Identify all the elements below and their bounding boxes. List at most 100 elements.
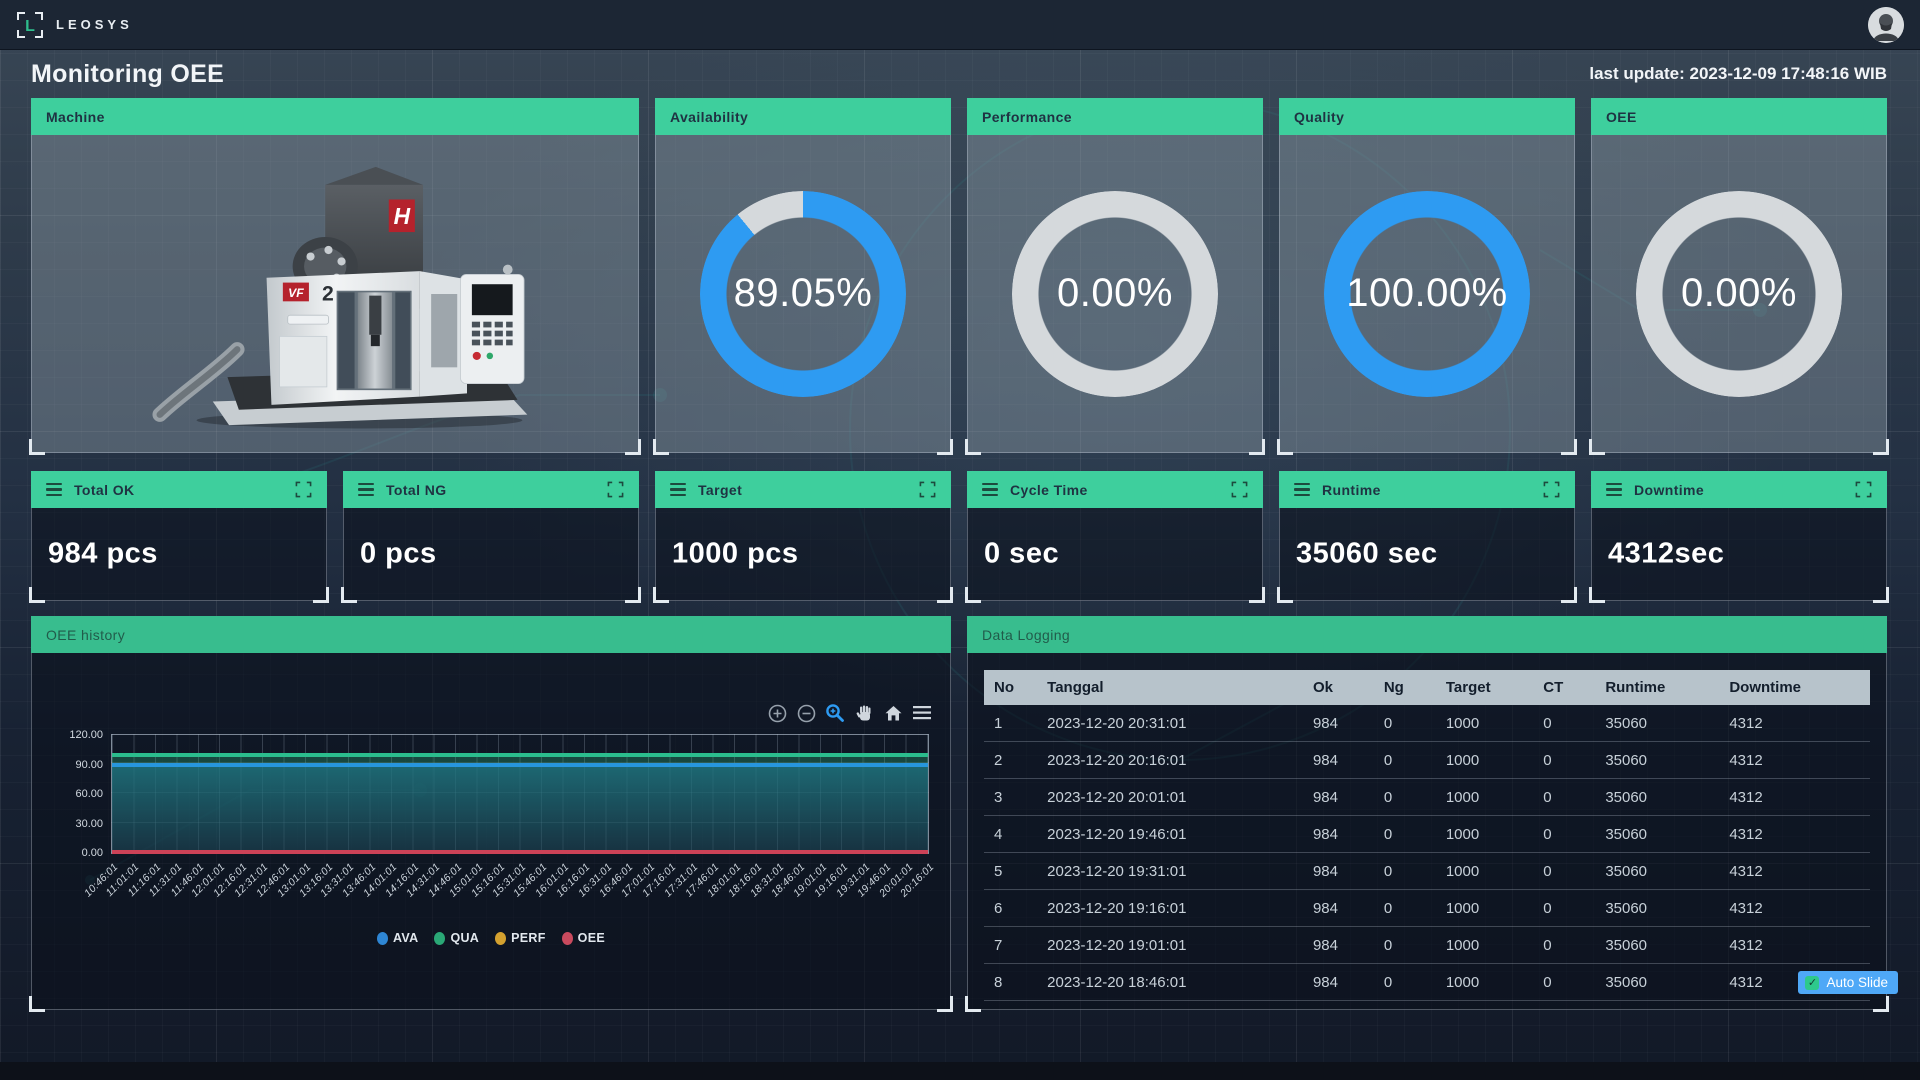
auto-slide-label: Auto Slide — [1826, 975, 1888, 990]
zoom-in-icon[interactable] — [767, 703, 787, 723]
availability-gauge-value: 89.05% — [700, 191, 906, 397]
user-avatar[interactable] — [1868, 7, 1904, 43]
machine-panel-header: Machine — [31, 98, 639, 135]
table-cell: 1 — [984, 705, 1037, 742]
table-row: 32023-12-20 20:01:01984010000350604312 — [984, 779, 1870, 816]
stat-card-body: 4312sec — [1591, 508, 1887, 601]
oee-panel-body: 0.00% — [1591, 135, 1887, 453]
table-cell: 2023-12-20 20:31:01 — [1037, 705, 1303, 742]
zoom-select-icon[interactable] — [825, 703, 845, 723]
expand-icon[interactable] — [1855, 481, 1872, 498]
legend-label: AVA — [393, 931, 418, 945]
drag-handle-icon[interactable] — [1606, 483, 1622, 497]
table-cell: 6 — [984, 890, 1037, 927]
kpi-row: Machine — [31, 98, 1887, 453]
oee-history-plot[interactable]: 120.0090.0060.0030.000.00 10:46:0111:01:… — [111, 734, 929, 854]
performance-panel-body: 0.00% — [967, 135, 1263, 453]
auto-slide-checkbox[interactable]: ✓ — [1805, 976, 1819, 990]
table-cell: 35060 — [1595, 816, 1719, 853]
table-cell: 0 — [1533, 890, 1595, 927]
machine-model-badge: VF — [288, 286, 304, 300]
table-cell: 4312 — [1719, 927, 1870, 964]
oee-title: OEE — [1606, 109, 1637, 125]
stat-card-runtime: Runtime 35060 sec — [1279, 471, 1575, 601]
table-row: 62023-12-20 19:16:01984010000350604312 — [984, 890, 1870, 927]
legend-item-ava[interactable]: AVA — [377, 931, 418, 945]
pan-hand-icon[interactable] — [854, 703, 874, 723]
table-column-header: CT — [1533, 670, 1595, 705]
drag-handle-icon[interactable] — [670, 483, 686, 497]
table-cell: 984 — [1303, 853, 1374, 890]
stat-card-value: 4312sec — [1608, 538, 1724, 571]
table-cell: 0 — [1533, 927, 1595, 964]
brand[interactable]: L LEOSYS — [16, 11, 133, 39]
oee-history-title: OEE history — [46, 627, 125, 643]
stat-card-body: 35060 sec — [1279, 508, 1575, 601]
table-column-header: Ng — [1374, 670, 1436, 705]
drag-handle-icon[interactable] — [1294, 483, 1310, 497]
table-cell: 0 — [1374, 890, 1436, 927]
stat-card-body: 0 pcs — [343, 508, 639, 601]
legend-item-perf[interactable]: PERF — [495, 931, 546, 945]
chart-menu-icon[interactable] — [912, 703, 932, 723]
oee-history-header: OEE history — [31, 616, 951, 653]
home-reset-icon[interactable] — [883, 703, 903, 723]
brand-name: LEOSYS — [56, 17, 133, 32]
table-row: 42023-12-20 19:46:01984010000350604312 — [984, 816, 1870, 853]
expand-icon[interactable] — [1543, 481, 1560, 498]
avatar-image — [1868, 7, 1904, 43]
table-cell: 4312 — [1719, 890, 1870, 927]
machine-panel-body: H VF 2 — [31, 135, 639, 453]
drag-handle-icon[interactable] — [358, 483, 374, 497]
table-column-header: Runtime — [1595, 670, 1719, 705]
main-content: Monitoring OEE last update: 2023-12-09 1… — [0, 50, 1920, 1010]
y-tick-label: 90.00 — [75, 759, 103, 771]
table-cell: 1000 — [1436, 853, 1533, 890]
qua-series-line — [112, 753, 928, 757]
machine-panel-title: Machine — [46, 109, 105, 125]
drag-handle-icon[interactable] — [46, 483, 62, 497]
stat-card-title: Runtime — [1322, 482, 1381, 498]
performance-gauge: 0.00% — [1012, 191, 1218, 397]
availability-panel-body: 89.05% — [655, 135, 951, 453]
performance-panel-header: Performance — [967, 98, 1263, 135]
expand-icon[interactable] — [295, 481, 312, 498]
oee-history-panel: OEE history — [31, 616, 951, 1010]
legend-dot — [495, 932, 506, 945]
table-cell: 7 — [984, 927, 1037, 964]
data-logging-header: Data Logging — [967, 616, 1887, 653]
stat-card-total-ok: Total OK 984 pcs — [31, 471, 327, 601]
table-column-header: Target — [1436, 670, 1533, 705]
table-cell: 4312 — [1719, 853, 1870, 890]
table-row: 72023-12-20 19:01:01984010000350604312 — [984, 927, 1870, 964]
table-header-row: NoTanggalOkNgTargetCTRuntimeDowntime — [984, 670, 1870, 705]
stat-card-value: 35060 sec — [1296, 538, 1438, 571]
table-cell: 984 — [1303, 927, 1374, 964]
oee-gauge-value: 0.00% — [1636, 191, 1842, 397]
legend-dot — [377, 932, 388, 945]
table-cell: 0 — [1374, 853, 1436, 890]
table-cell: 2023-12-20 19:46:01 — [1037, 816, 1303, 853]
stat-card-title: Target — [698, 482, 742, 498]
legend-label: PERF — [511, 931, 546, 945]
table-cell: 4312 — [1719, 705, 1870, 742]
auto-slide-toggle[interactable]: ✓ Auto Slide — [1798, 971, 1898, 994]
expand-icon[interactable] — [607, 481, 624, 498]
table-cell: 2023-12-20 18:46:01 — [1037, 964, 1303, 1001]
legend-item-qua[interactable]: QUA — [434, 931, 479, 945]
table-cell: 4 — [984, 816, 1037, 853]
zoom-out-icon[interactable] — [796, 703, 816, 723]
ava-area-fill — [112, 765, 928, 853]
drag-handle-icon[interactable] — [982, 483, 998, 497]
table-row: 82023-12-20 18:46:01984010000350604312 — [984, 964, 1870, 1001]
machine-model-digit: 2 — [322, 282, 334, 305]
machine-panel: Machine — [31, 98, 639, 453]
table-cell: 0 — [1533, 816, 1595, 853]
legend-item-oee[interactable]: OEE — [562, 931, 605, 945]
expand-icon[interactable] — [1231, 481, 1248, 498]
table-cell: 1000 — [1436, 779, 1533, 816]
stat-card-downtime: Downtime 4312sec — [1591, 471, 1887, 601]
table-cell: 35060 — [1595, 964, 1719, 1001]
expand-icon[interactable] — [919, 481, 936, 498]
table-cell: 2023-12-20 20:16:01 — [1037, 742, 1303, 779]
